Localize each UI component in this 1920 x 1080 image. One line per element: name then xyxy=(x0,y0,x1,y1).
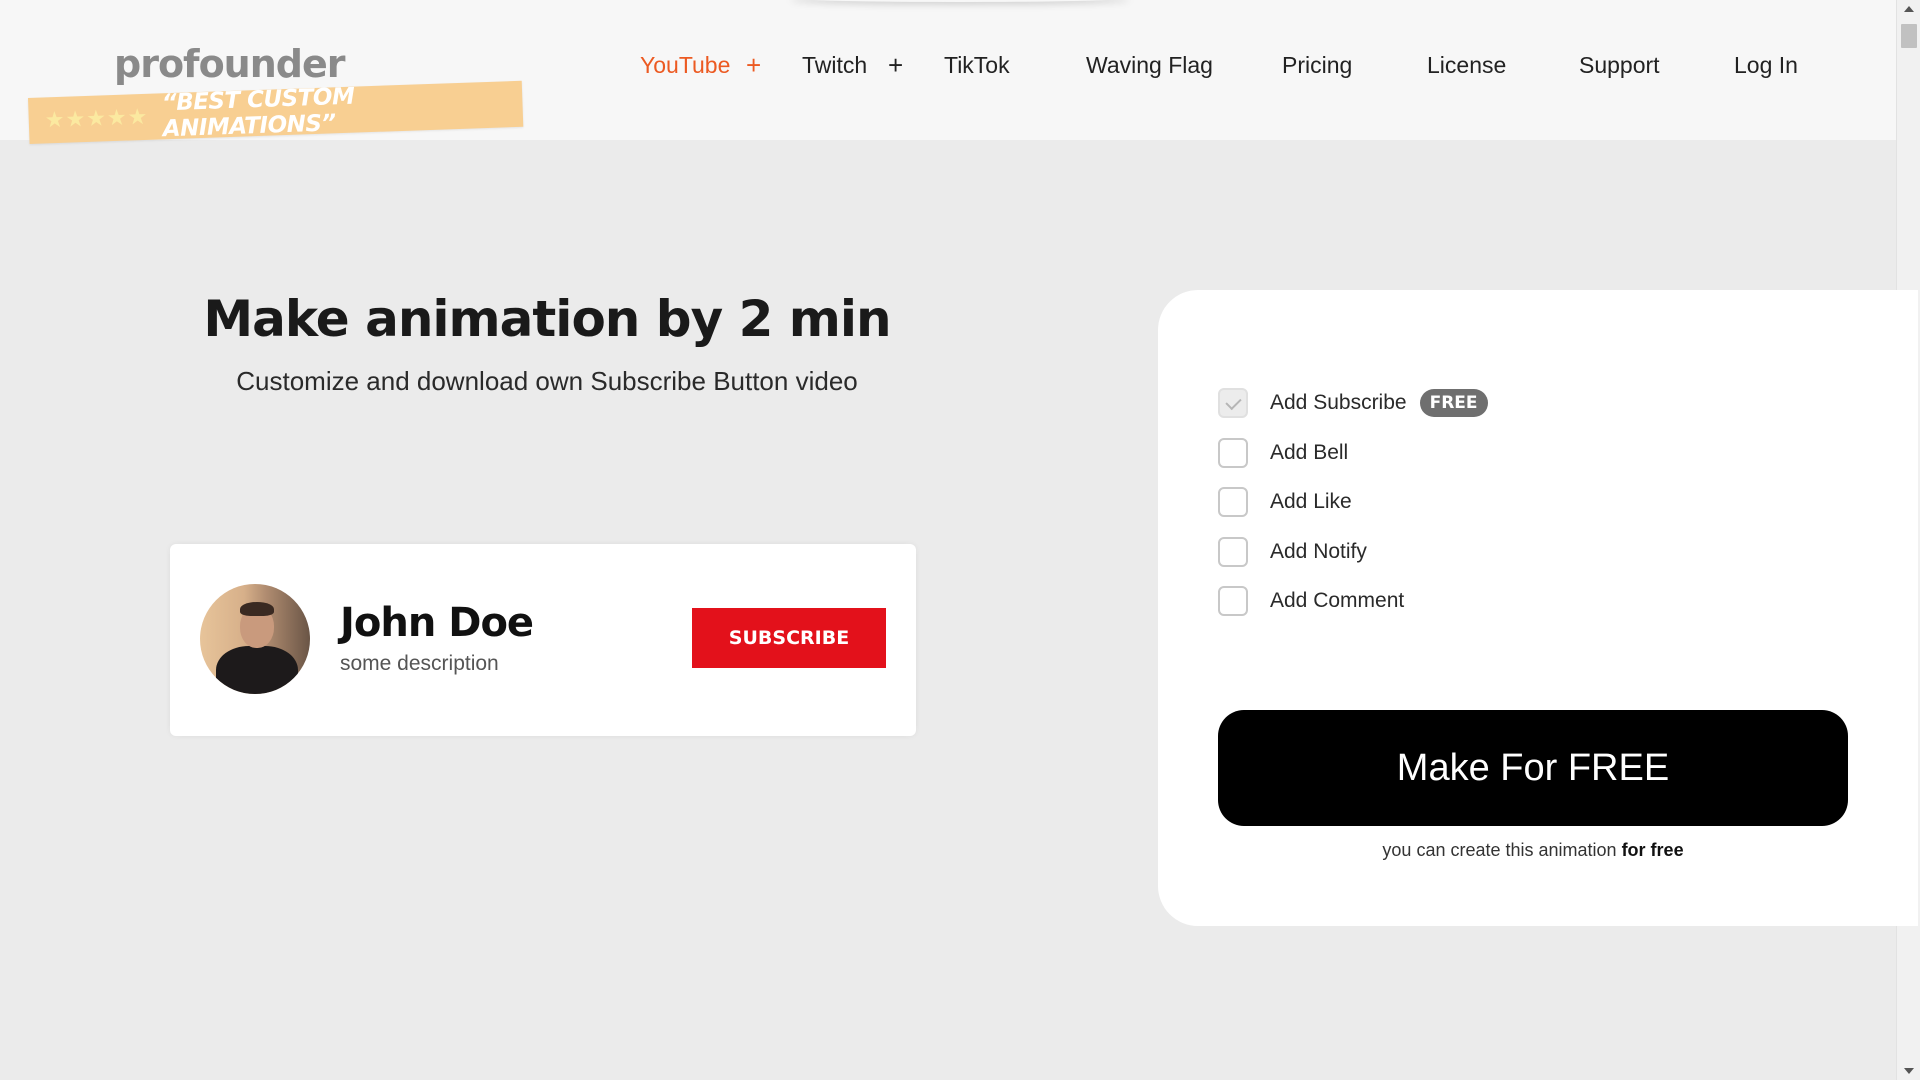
channel-name: John Doe xyxy=(340,600,534,646)
nav-twitch-expand-icon[interactable]: + xyxy=(888,50,903,81)
scroll-down-arrow-icon[interactable] xyxy=(1904,1068,1914,1074)
add-comment-checkbox[interactable] xyxy=(1218,586,1248,616)
make-note-text: you can create this animation xyxy=(1382,840,1622,860)
avatar-body xyxy=(216,646,298,694)
option-label: Add Bell xyxy=(1270,441,1349,464)
nav-support[interactable]: Support xyxy=(1579,52,1660,79)
logo[interactable]: profounder xyxy=(114,42,346,86)
make-for-free-button[interactable]: Make For FREE xyxy=(1218,710,1848,826)
subscribe-button[interactable]: SUBSCRIBE xyxy=(692,608,886,668)
nav-youtube[interactable]: YouTube xyxy=(640,52,730,79)
nav-tiktok[interactable]: TikTok xyxy=(944,52,1010,79)
option-add-subscribe[interactable]: Add Subscribe FREE xyxy=(1218,386,1488,420)
rating-stars-icon: ★★★★★ xyxy=(44,103,149,133)
option-add-comment[interactable]: Add Comment xyxy=(1218,584,1404,618)
option-label: Add Notify xyxy=(1270,540,1367,563)
option-add-like[interactable]: Add Like xyxy=(1218,485,1352,519)
scroll-up-arrow-icon[interactable] xyxy=(1904,6,1914,12)
nav-pricing[interactable]: Pricing xyxy=(1282,52,1352,79)
options-panel: Add Subscribe FREE Add Bell Add Like Add… xyxy=(1158,290,1918,926)
scroll-thumb[interactable] xyxy=(1901,24,1917,48)
option-label: Add Like xyxy=(1270,490,1352,513)
avatar xyxy=(200,584,310,694)
nav-log-in[interactable]: Log In xyxy=(1734,52,1798,79)
avatar-hair xyxy=(240,602,274,616)
option-label: Add Comment xyxy=(1270,589,1405,612)
add-like-checkbox[interactable] xyxy=(1218,487,1248,517)
hero-title: Make animation by 2 min xyxy=(203,290,891,348)
option-add-bell[interactable]: Add Bell xyxy=(1218,436,1348,470)
ribbon-text: “BEST CUSTOM ANIMATIONS” xyxy=(161,83,355,143)
channel-description: some description xyxy=(340,652,499,675)
add-bell-checkbox[interactable] xyxy=(1218,438,1248,468)
add-notify-checkbox[interactable] xyxy=(1218,537,1248,567)
nav-license[interactable]: License xyxy=(1427,52,1506,79)
make-note-bold: for free xyxy=(1621,840,1684,860)
add-subscribe-checkbox[interactable] xyxy=(1218,388,1248,418)
nav-waving-flag[interactable]: Waving Flag xyxy=(1086,52,1213,79)
header-shadow xyxy=(790,0,1130,2)
free-badge: FREE xyxy=(1419,389,1488,417)
hero-subtitle: Customize and download own Subscribe But… xyxy=(236,366,858,396)
checkmark-icon xyxy=(1225,393,1242,411)
option-add-notify[interactable]: Add Notify xyxy=(1218,535,1367,569)
nav-youtube-expand-icon[interactable]: + xyxy=(746,50,761,81)
option-label: Add Subscribe xyxy=(1270,391,1407,414)
subscribe-preview-card: John Doe some description SUBSCRIBE xyxy=(170,544,916,736)
best-animations-ribbon: ★★★★★ “BEST CUSTOM ANIMATIONS” xyxy=(28,80,524,144)
site-header: profounder ★★★★★ “BEST CUSTOM ANIMATIONS… xyxy=(0,0,1896,144)
nav-twitch[interactable]: Twitch xyxy=(802,52,867,79)
make-note: you can create this animation for free xyxy=(1218,840,1848,861)
